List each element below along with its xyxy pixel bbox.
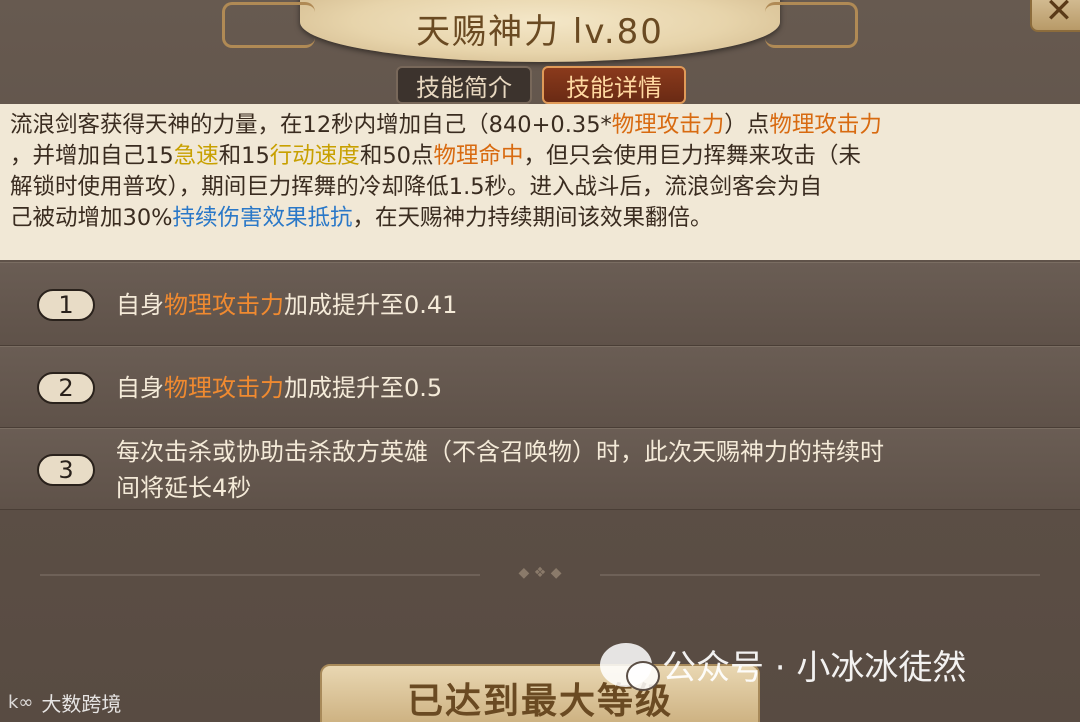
- keyword-move-speed: 行动速度: [269, 143, 360, 169]
- description-line: ，并增加自己15急速和15行动速度和50点物理命中，但只会使用巨力挥舞来攻击（未: [10, 141, 1070, 172]
- corner-logo-mark: k∞: [8, 692, 34, 713]
- tab-skill-brief[interactable]: 技能简介: [396, 66, 532, 104]
- description-text: ）点: [724, 112, 770, 138]
- keyword-haste: 急速: [173, 143, 219, 169]
- wechat-icon: [600, 642, 660, 691]
- upgrade-text: 自身物理攻击力加成提升至0.41: [116, 287, 457, 323]
- tab-bar: 技能简介 技能详情: [396, 66, 686, 104]
- description-text: ，但只会使用巨力挥舞来攻击（未: [523, 143, 861, 169]
- upgrade-text-suffix: 加成提升至0.5: [284, 374, 443, 402]
- description-text: 己被动增加30%: [10, 205, 173, 231]
- skill-description: 流浪剑客获得天神的力量，在12秒内增加自己（840+0.35*物理攻击力）点物理…: [0, 104, 1080, 260]
- description-text: 流浪剑客获得天神的力量，在12秒内增加自己（840+0.35*: [10, 112, 612, 138]
- keyword-physical-attack: 物理攻击力: [164, 374, 284, 402]
- upgrade-text: 自身物理攻击力加成提升至0.5: [116, 370, 442, 406]
- description-text: ，并增加自己15: [10, 143, 174, 169]
- upgrade-row-3: 3 每次击杀或协助击杀敌方英雄（不含召唤物）时，此次天赐神力的持续时 间将延长4…: [0, 428, 1080, 510]
- keyword-physical-hit: 物理命中: [433, 143, 524, 169]
- description-line: 流浪剑客获得天神的力量，在12秒内增加自己（840+0.35*物理攻击力）点物理…: [10, 110, 1070, 141]
- corner-logo-text: 大数跨境: [41, 692, 122, 716]
- divider-line-right: [600, 574, 1040, 576]
- description-line: 解锁时使用普攻），期间巨力挥舞的冷却降低1.5秒。进入战斗后，流浪剑客会为自: [10, 174, 823, 200]
- divider-line-left: [40, 574, 480, 576]
- corner-logo: k∞ 大数跨境: [8, 688, 121, 717]
- description-text: ，在天赐神力持续期间该效果翻倍。: [352, 205, 713, 231]
- keyword-physical-attack: 物理攻击力: [164, 291, 284, 319]
- keyword-physical-attack: 物理攻击力: [611, 112, 725, 138]
- upgrade-text-line: 间将延长4秒: [116, 474, 252, 502]
- upgrade-row-1: 1 自身物理攻击力加成提升至0.41: [0, 262, 1080, 346]
- tab-skill-detail[interactable]: 技能详情: [542, 66, 686, 104]
- upgrade-number-badge: 2: [37, 372, 95, 404]
- upgrade-text-prefix: 自身: [116, 291, 164, 319]
- close-x-icon: ✕: [1044, 0, 1074, 31]
- upgrade-text-prefix: 自身: [116, 374, 164, 402]
- skill-detail-panel: 天赐神力 lv.80 ✕ 技能简介 技能详情 流浪剑客获得天神的力量，在12秒内…: [0, 0, 1080, 722]
- skill-title: 天赐神力 lv.80: [416, 12, 664, 52]
- upgrade-text-line: 每次击杀或协助击杀敌方英雄（不含召唤物）时，此次天赐神力的持续时: [116, 438, 884, 466]
- watermark: 公众号 · 小冰冰徒然: [600, 640, 967, 691]
- upgrade-text-suffix: 加成提升至0.41: [284, 291, 458, 319]
- upgrade-number-badge: 3: [37, 454, 95, 486]
- upgrade-number-badge: 1: [37, 289, 95, 321]
- keyword-dot-resist: 持续伤害效果抵抗: [172, 205, 353, 231]
- close-button[interactable]: ✕: [1030, 0, 1080, 32]
- keyword-physical-attack: 物理攻击力: [769, 112, 882, 138]
- divider-ornament-icon: ◆ ❖ ◆: [518, 565, 562, 581]
- description-text: 和15: [218, 143, 270, 169]
- upgrade-row-2: 2 自身物理攻击力加成提升至0.5: [0, 346, 1080, 428]
- description-text: 和50点: [359, 143, 434, 169]
- description-line: 己被动增加30%持续伤害效果抵抗，在天赐神力持续期间该效果翻倍。: [10, 203, 1070, 234]
- upgrade-text: 每次击杀或协助击杀敌方英雄（不含召唤物）时，此次天赐神力的持续时 间将延长4秒: [116, 434, 884, 506]
- watermark-text: 公众号 · 小冰冰徒然: [662, 648, 967, 688]
